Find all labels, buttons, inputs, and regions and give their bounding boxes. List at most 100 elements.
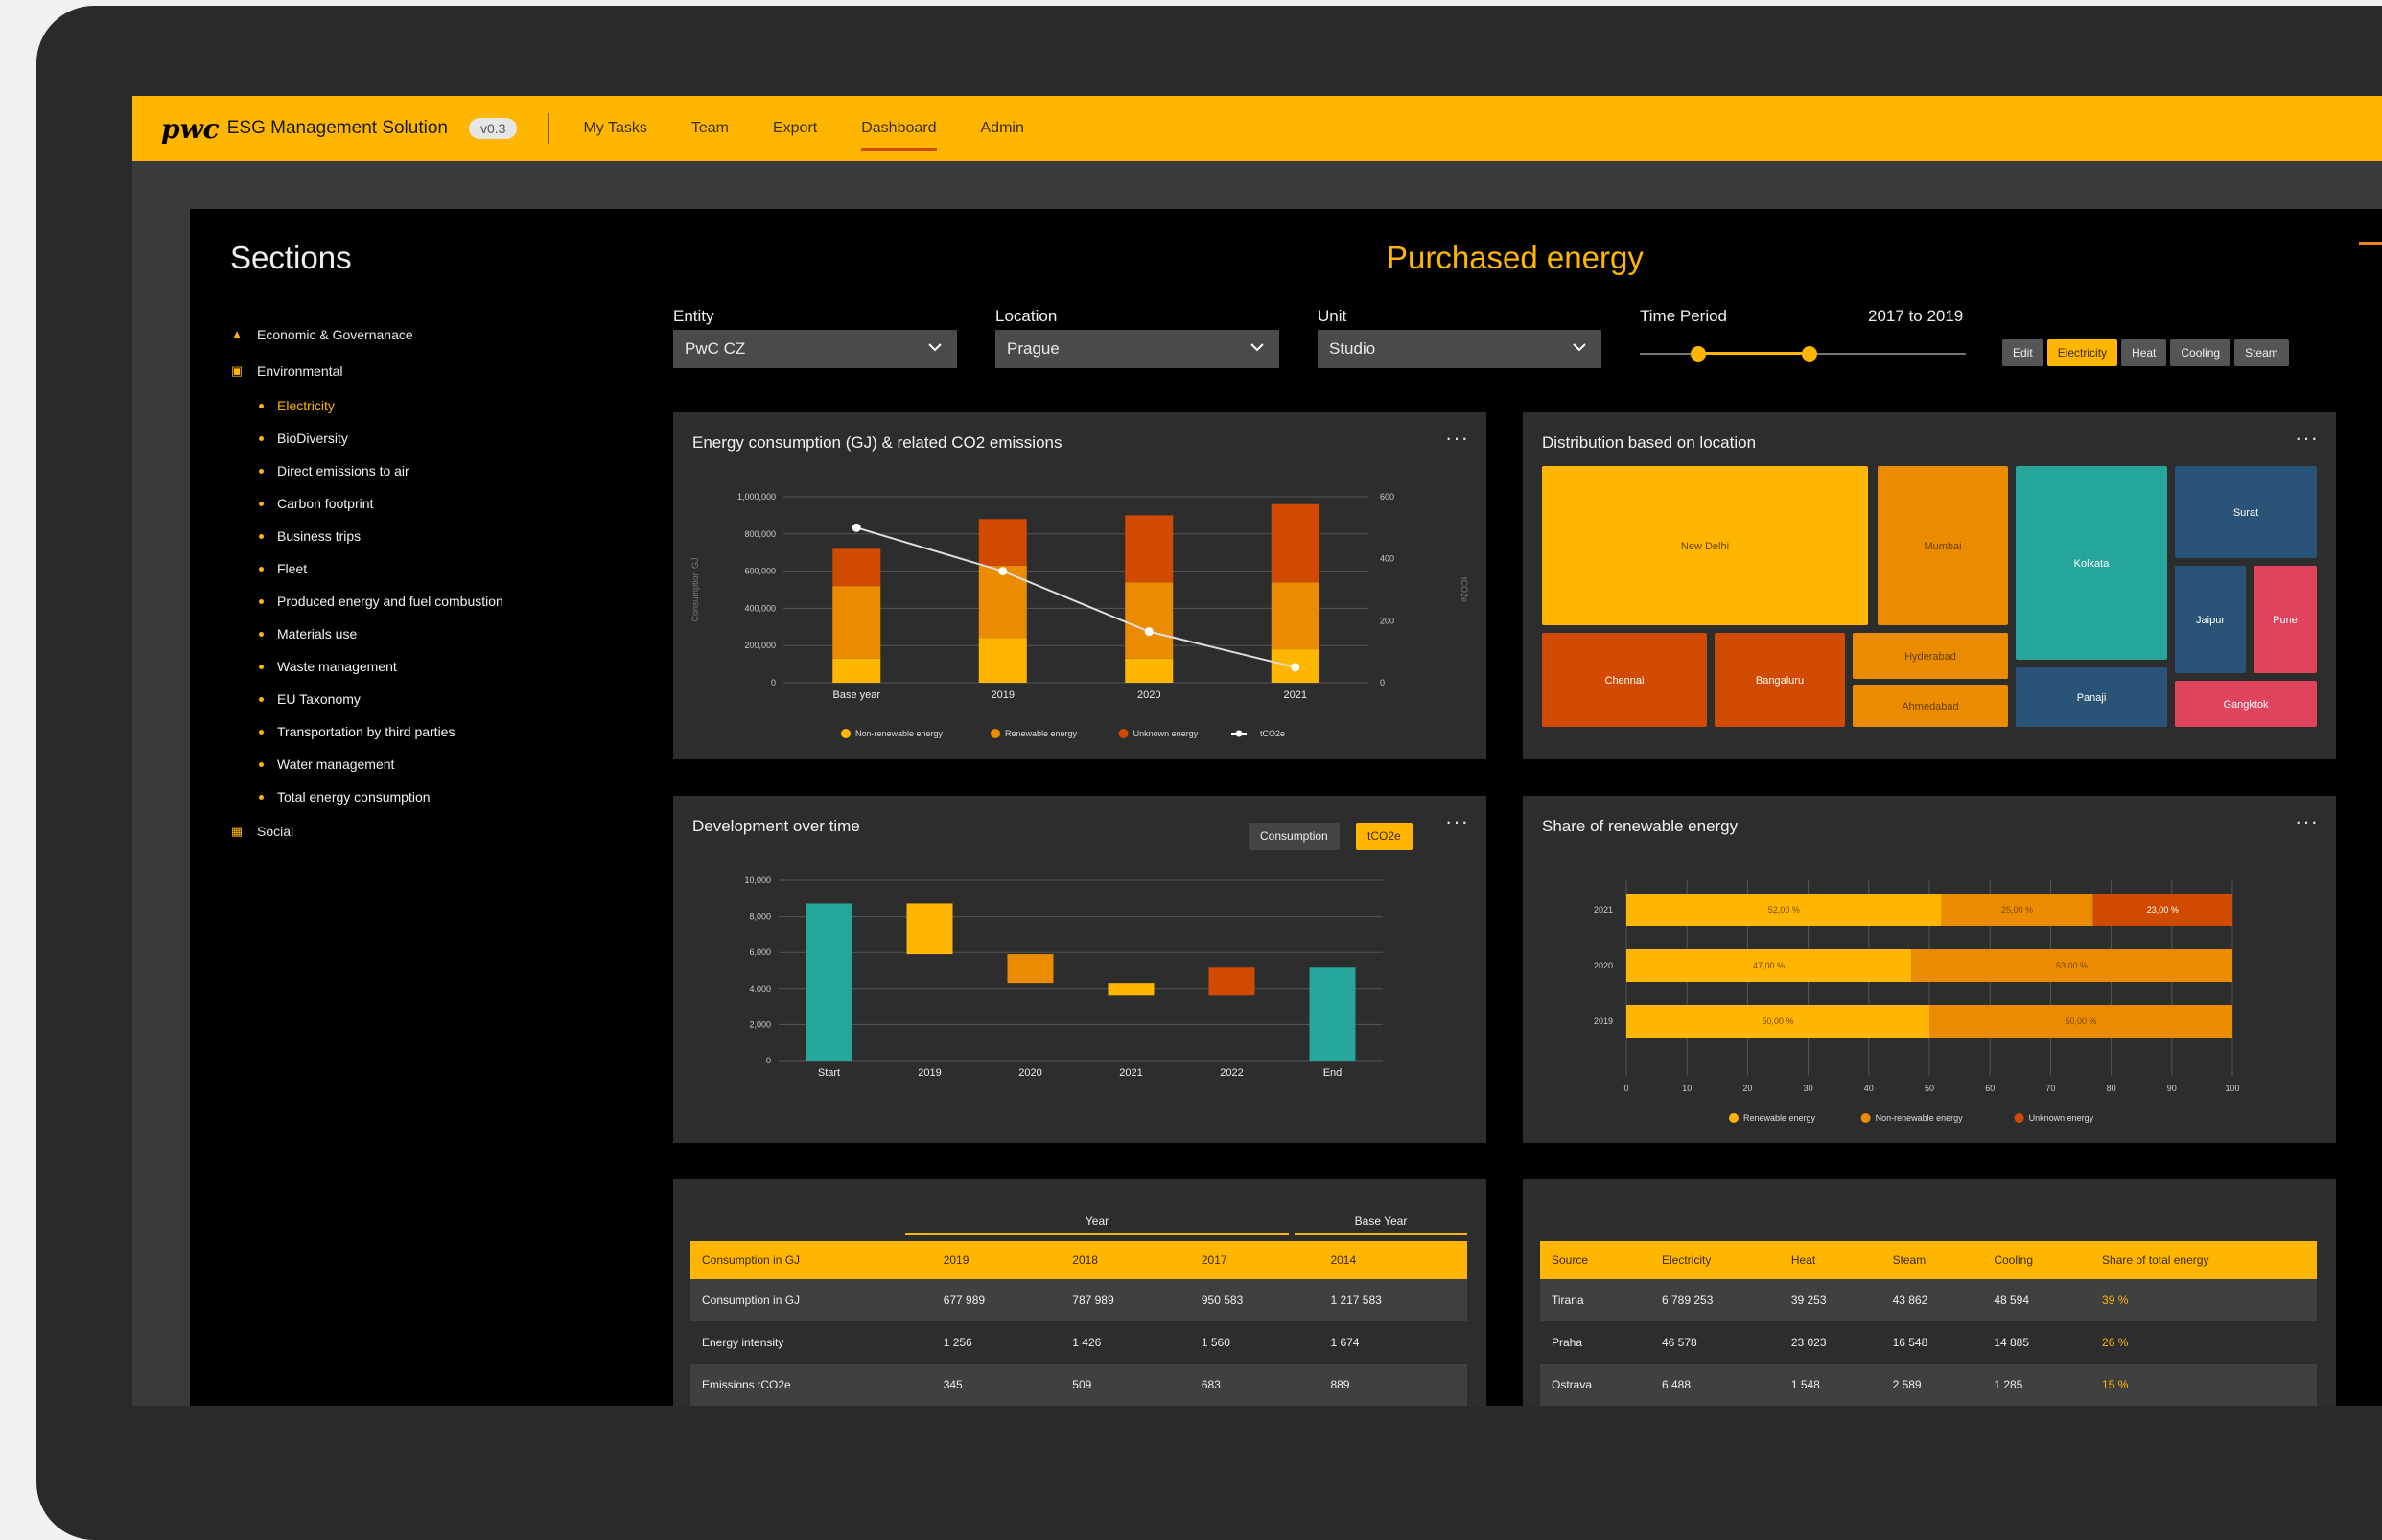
header-cell: Consumption in GJ — [690, 1241, 932, 1279]
share-cell: 39 % — [2090, 1279, 2317, 1321]
bullet-icon — [259, 435, 264, 441]
entity-select[interactable]: PwC CZ — [673, 330, 957, 368]
sidebar-item-materials-use[interactable]: Materials use — [230, 618, 633, 650]
bar-segment — [978, 565, 1027, 639]
sidebar-item-electricity[interactable]: Electricity — [230, 389, 633, 422]
sidebar-item-label: Fleet — [277, 561, 308, 576]
location-select[interactable]: Prague — [995, 330, 1279, 368]
distribution-card: Distribution based on location ··· New D… — [1523, 412, 2336, 759]
sidebar-item-water-management[interactable]: Water management — [230, 748, 633, 781]
x-tick-label: 30 — [1804, 1084, 1813, 1093]
treemap-label: Mumbai — [1924, 541, 1961, 552]
table-cell: 43 862 — [1880, 1279, 1983, 1321]
type-steam[interactable]: Steam — [2234, 339, 2289, 366]
table-cell: 1 256 — [931, 1321, 1062, 1364]
nav-team[interactable]: Team — [691, 114, 729, 143]
sidebar-item-biodiversity[interactable]: BioDiversity — [230, 422, 633, 455]
unit-value: Studio — [1329, 339, 1376, 358]
treemap-label: Bangaluru — [1756, 675, 1804, 687]
header-cell: 2018 — [1061, 1241, 1190, 1279]
table-cell: 16 548 — [1880, 1321, 1983, 1364]
sidebar-item-label: Materials use — [277, 626, 358, 642]
category-environmental[interactable]: ▣ Environmental — [230, 353, 633, 389]
table-cell: Emissions tCO2e — [690, 1364, 932, 1406]
time-slider-start-handle[interactable] — [1691, 346, 1707, 362]
time-slider-end-handle[interactable] — [1801, 346, 1817, 362]
category-social[interactable]: ▦ Social — [230, 813, 633, 850]
x-tick-label: End — [1323, 1067, 1343, 1079]
x-tick-label: 2021 — [1284, 689, 1307, 701]
table-cell: 23 023 — [1779, 1321, 1881, 1364]
table-cell: 950 583 — [1189, 1279, 1319, 1321]
sidebar-item-transportation[interactable]: Transportation by third parties — [230, 715, 633, 748]
energy-type-toggle: Edit Electricity Heat Cooling Steam — [2002, 339, 2289, 366]
legend-marker — [2014, 1113, 2024, 1123]
treemap-label: Surat — [2233, 507, 2258, 519]
table-row: Emissions tCO2e 345 509 683 889 — [690, 1364, 1467, 1406]
bullet-icon — [259, 761, 264, 767]
base-year-group-label: Base Year — [1354, 1214, 1408, 1227]
y2-tick-label: 600 — [1380, 492, 1394, 502]
energy-consumption-card: Energy consumption (GJ) & related CO2 em… — [673, 412, 1486, 759]
nav-export[interactable]: Export — [773, 114, 817, 143]
waterfall-bar — [1007, 954, 1054, 984]
page-title: Purchased energy — [1387, 240, 1644, 275]
bullet-icon — [259, 468, 264, 474]
x-tick-label: 2021 — [1119, 1067, 1142, 1079]
bullet-icon — [259, 501, 264, 506]
sidebar-item-label: EU Taxonomy — [277, 691, 361, 707]
sidebar-item-waste-management[interactable]: Waste management — [230, 650, 633, 683]
sidebar-item-eu-taxonomy[interactable]: EU Taxonomy — [230, 683, 633, 715]
table-cell: 46 578 — [1650, 1321, 1780, 1364]
table-cell: 14 885 — [1982, 1321, 2091, 1364]
development-card: Development over time Consumption tCO2e … — [673, 796, 1486, 1143]
treemap-label: Hyderabad — [1904, 651, 1956, 663]
sidebar-item-total-energy[interactable]: Total energy consumption — [230, 781, 633, 813]
table-cell: 683 — [1189, 1364, 1319, 1406]
bar-segment — [1125, 658, 1174, 683]
year-group-line — [905, 1233, 1289, 1235]
treemap-label: Kolkata — [2074, 558, 2111, 570]
header-cell: Share of total energy — [2090, 1241, 2317, 1279]
nav-admin[interactable]: Admin — [981, 114, 1024, 143]
y-tick-label: 6,000 — [749, 947, 771, 957]
category-economic[interactable]: ▲ Economic & Governanace — [230, 316, 633, 353]
edit-button[interactable]: Edit — [2002, 339, 2043, 366]
y-tick-label: 1,000,000 — [737, 492, 776, 502]
x-tick-label: 0 — [1623, 1084, 1628, 1093]
x-tick-label: 2019 — [918, 1067, 941, 1079]
share-cell: 15 % — [2090, 1364, 2317, 1406]
sidebar-item-label: Waste management — [277, 659, 397, 674]
type-cooling[interactable]: Cooling — [2170, 339, 2231, 366]
building-icon: ▲ — [230, 327, 244, 341]
nav-my-tasks[interactable]: My Tasks — [583, 114, 646, 143]
sidebar-item-business-trips[interactable]: Business trips — [230, 520, 633, 552]
type-heat[interactable]: Heat — [2121, 339, 2167, 366]
table-cell: 787 989 — [1061, 1279, 1190, 1321]
treemap-label: Jaipur — [2196, 615, 2225, 626]
sidebar-item-fleet[interactable]: Fleet — [230, 552, 633, 585]
renewable-share-card: Share of renewable energy ··· 0 10 20 30 40 5… — [1523, 796, 2336, 1143]
location-value: Prague — [1007, 339, 1060, 358]
type-electricity[interactable]: Electricity — [2046, 339, 2118, 366]
sidebar-item-label: Direct emissions to air — [277, 463, 409, 478]
app-screen: pwc ESG Management Solution v0.3 My Task… — [132, 96, 2382, 1406]
waterfall-bar — [1108, 983, 1155, 996]
category-label: Economic & Governanace — [257, 327, 413, 342]
sidebar-item-direct-emissions[interactable]: Direct emissions to air — [230, 455, 633, 487]
tco2e-point — [1144, 627, 1154, 637]
waterfall-bar — [1208, 967, 1255, 996]
x-tick-label: Base year — [832, 689, 880, 701]
waterfall-chart: 0 2,000 4,000 6,000 8,000 10,000 Start 2019 2020… — [744, 875, 1383, 1079]
sidebar-item-carbon-footprint[interactable]: Carbon footprint — [230, 487, 633, 520]
data-label: 23,00 % — [2147, 905, 2179, 915]
header-cell: Cooling — [1982, 1241, 2091, 1279]
bullet-icon — [259, 631, 264, 637]
unit-select[interactable]: Studio — [1318, 330, 1601, 368]
sidebar-item-produced-energy[interactable]: Produced energy and fuel combustion — [230, 585, 633, 618]
nav-dashboard[interactable]: Dashboard — [861, 114, 937, 151]
consumption-table-card: Year Base Year Consumption in GJ 2019 20… — [673, 1179, 1486, 1406]
bullet-icon — [259, 403, 264, 408]
x-tick-label: 20 — [1742, 1084, 1752, 1093]
bar-segment — [978, 638, 1027, 683]
